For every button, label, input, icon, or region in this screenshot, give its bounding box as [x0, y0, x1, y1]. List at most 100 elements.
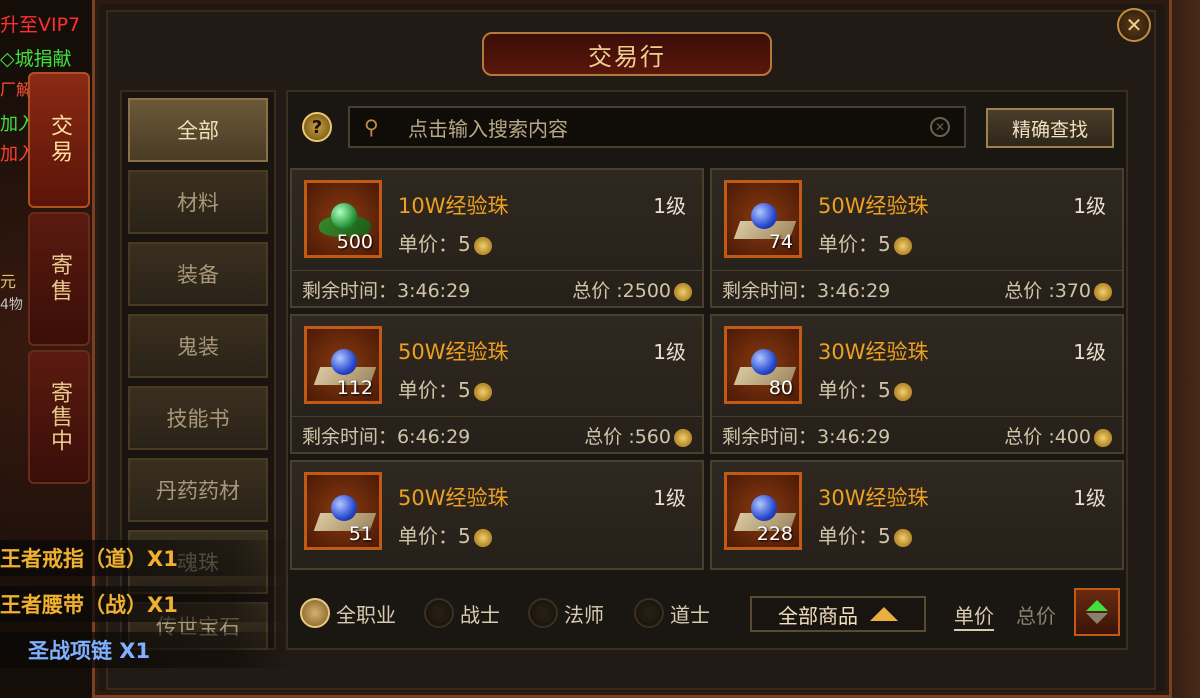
item-level: 1级: [1073, 486, 1106, 510]
triangle-up-icon: [870, 607, 898, 621]
total-price-text: 总价 :560: [584, 426, 671, 448]
unit-price-text: 单价：5: [398, 232, 471, 256]
city-donate-text: ◇城捐献: [0, 48, 72, 70]
total-price-text: 总价 :2500: [572, 280, 671, 302]
category-label: 丹药药材: [156, 479, 240, 503]
listing-card[interactable]: 74 50W经验珠 1级 单价：5 剩余时间：3:46:29 总价 :370: [710, 168, 1124, 308]
blue-orb-icon: [751, 349, 777, 375]
radio-icon: [528, 598, 558, 628]
item-total-price: 总价 :560: [584, 422, 692, 449]
tab-consigning[interactable]: 寄售中: [28, 350, 90, 484]
tab-trade-label: 交易: [47, 114, 72, 166]
category-equipment[interactable]: 装备: [128, 242, 268, 306]
filter-label: 法师: [564, 602, 604, 627]
listing-card[interactable]: 51 50W经验珠 1级 单价：5: [290, 460, 704, 570]
radio-icon: [424, 598, 454, 628]
blue-orb-icon: [331, 495, 357, 521]
item-unit-price: 单价：5: [398, 228, 492, 257]
sort-order-button[interactable]: [1074, 588, 1120, 636]
remaining-time: 剩余时间：3:46:29: [722, 280, 891, 302]
exact-search-button[interactable]: 精确查找: [986, 108, 1114, 148]
goods-dropdown[interactable]: 全部商品: [750, 596, 926, 632]
listing-card[interactable]: 500 10W经验珠 1级 单价：5 剩余时间：3:46:29 总价 :2500: [290, 168, 704, 308]
total-price-text: 总价 :400: [1004, 426, 1091, 448]
item-level: 1级: [1073, 194, 1106, 218]
category-label: 装备: [177, 263, 219, 287]
clear-icon[interactable]: ✕: [930, 117, 950, 137]
hud-text-6: 元: [0, 272, 17, 291]
filter-warrior[interactable]: 战士: [424, 596, 500, 630]
item-name: 50W经验珠: [398, 486, 509, 510]
notification-text: 王者腰带（战）X1: [0, 593, 178, 617]
unit-price-text: 单价：5: [818, 524, 891, 548]
item-unit-price: 单价：5: [398, 520, 492, 549]
blue-orb-icon: [331, 349, 357, 375]
hud-text-7: 4物: [0, 297, 23, 313]
sort-down-icon: [1086, 613, 1108, 624]
loot-notification: 王者戒指（道）X1: [0, 540, 290, 576]
radio-icon: [634, 598, 664, 628]
tab-consign[interactable]: 寄售: [28, 212, 90, 346]
card-divider: [292, 270, 702, 271]
gold-coin-icon: [893, 236, 912, 255]
item-name: 30W经验珠: [818, 486, 929, 510]
item-unit-price: 单价：5: [818, 374, 912, 403]
item-total-price: 总价 :2500: [572, 276, 692, 303]
item-quantity: 228: [756, 523, 793, 545]
close-button[interactable]: ✕: [1117, 8, 1151, 42]
sort-by-unit-price[interactable]: 单价: [954, 600, 994, 631]
radio-icon: [300, 598, 330, 628]
notification-text: 圣战项链 X1: [28, 639, 151, 663]
category-medicine[interactable]: 丹药药材: [128, 458, 268, 522]
unit-price-text: 单价：5: [398, 524, 471, 548]
category-materials[interactable]: 材料: [128, 170, 268, 234]
card-divider: [712, 416, 1122, 417]
filter-label: 战士: [460, 602, 500, 627]
item-unit-price: 单价：5: [398, 374, 492, 403]
vip-upgrade-text: 升至VIP7: [0, 14, 81, 36]
unit-price-text: 单价：5: [818, 232, 891, 256]
item-icon-frame: 74: [724, 180, 802, 258]
search-placeholder: 点击输入搜索内容: [408, 116, 568, 141]
item-name: 50W经验珠: [398, 340, 509, 364]
help-icon: ?: [311, 116, 323, 138]
blue-orb-icon: [751, 495, 777, 521]
item-level: 1级: [653, 340, 686, 364]
blue-orb-icon: [751, 203, 777, 229]
item-icon-frame: 500: [304, 180, 382, 258]
listing-card[interactable]: 112 50W经验珠 1级 单价：5 剩余时间：6:46:29 总价 :560: [290, 314, 704, 454]
help-button[interactable]: ?: [302, 112, 332, 142]
remaining-time: 剩余时间：3:46:29: [302, 280, 471, 302]
sort-by-total-price[interactable]: 总价: [1016, 600, 1056, 629]
window-title: 交易行: [482, 32, 772, 76]
category-ghost-gear[interactable]: 鬼装: [128, 314, 268, 378]
item-quantity: 80: [768, 377, 793, 399]
gold-coin-icon: [893, 382, 912, 401]
listing-card[interactable]: 228 30W经验珠 1级 单价：5: [710, 460, 1124, 570]
notification-text: 王者戒指（道）X1: [0, 547, 178, 571]
filter-all-classes[interactable]: 全职业: [300, 596, 396, 630]
unit-price-text: 单价：5: [398, 378, 471, 402]
search-input[interactable]: ⚲ 点击输入搜索内容 ✕: [348, 106, 966, 148]
item-total-price: 总价 :370: [1004, 276, 1112, 303]
card-divider: [712, 270, 1122, 271]
gold-coin-icon: [473, 528, 492, 547]
tab-consigning-label: 寄售中: [47, 381, 72, 453]
item-total-price: 总价 :400: [1004, 422, 1112, 449]
filter-taoist[interactable]: 道士: [634, 596, 710, 630]
category-all[interactable]: 全部: [128, 98, 268, 162]
filter-label: 道士: [670, 602, 710, 627]
category-skill-books[interactable]: 技能书: [128, 386, 268, 450]
listing-card[interactable]: 80 30W经验珠 1级 单价：5 剩余时间：3:46:29 总价 :400: [710, 314, 1124, 454]
item-icon-frame: 80: [724, 326, 802, 404]
card-divider: [292, 416, 702, 417]
tab-trade[interactable]: 交易: [28, 72, 90, 208]
item-icon-frame: 112: [304, 326, 382, 404]
gold-coin-icon: [1094, 428, 1112, 447]
filter-mage[interactable]: 法师: [528, 596, 604, 630]
close-icon: ✕: [1125, 13, 1143, 37]
gold-coin-icon: [473, 382, 492, 401]
item-name: 10W经验珠: [398, 194, 509, 218]
category-label: 材料: [177, 191, 219, 215]
remaining-time: 剩余时间：3:46:29: [722, 426, 891, 448]
